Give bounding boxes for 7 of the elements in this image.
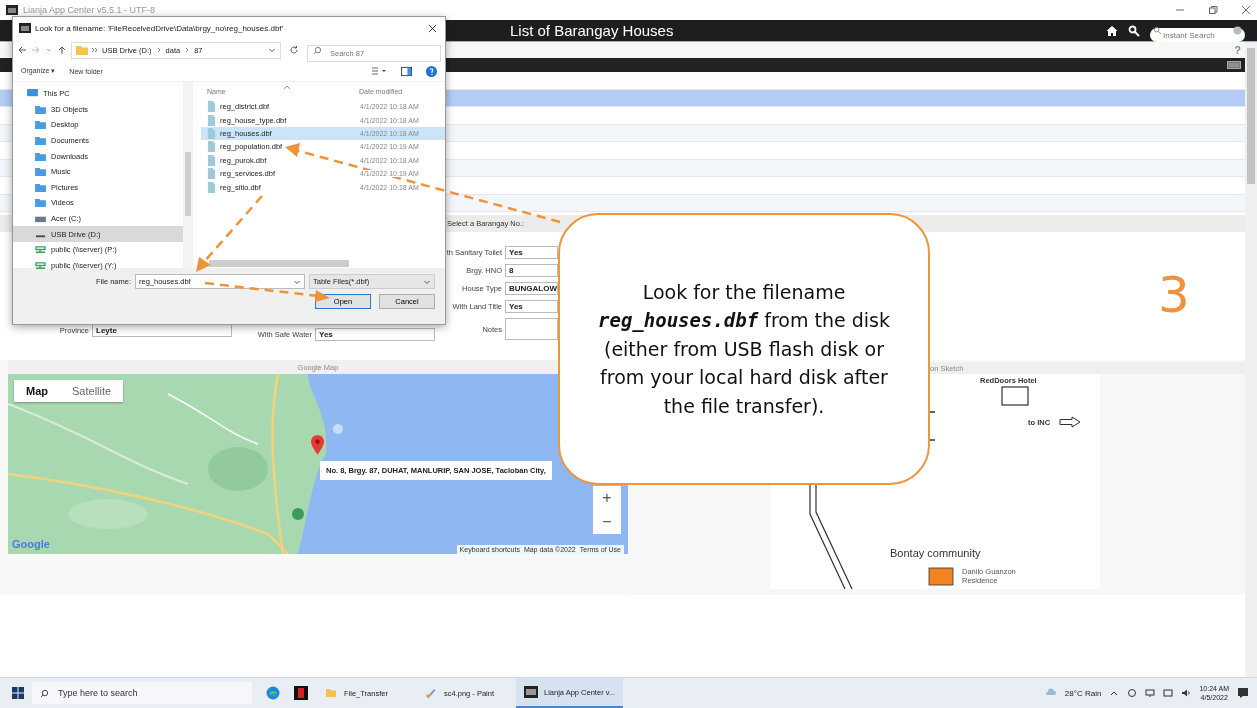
step-number: 3 (1158, 266, 1190, 324)
map-logo: Google (12, 538, 50, 550)
sketch-label: Bontay community (890, 547, 981, 559)
dialog-title: Look for a filename: 'FileReceivedDrive\Data\brgy_no\reg_houses.dbf' (35, 23, 284, 33)
window-title: Lianja App Center v5.5.1 - UTF-8 (23, 5, 156, 15)
page-title: List of Barangay Houses (510, 22, 674, 39)
callout-text: Look for the filename reg_houses.dbf from the disk (either from USB flash disk or from your local hard disk after the file transfer). (597, 279, 891, 419)
